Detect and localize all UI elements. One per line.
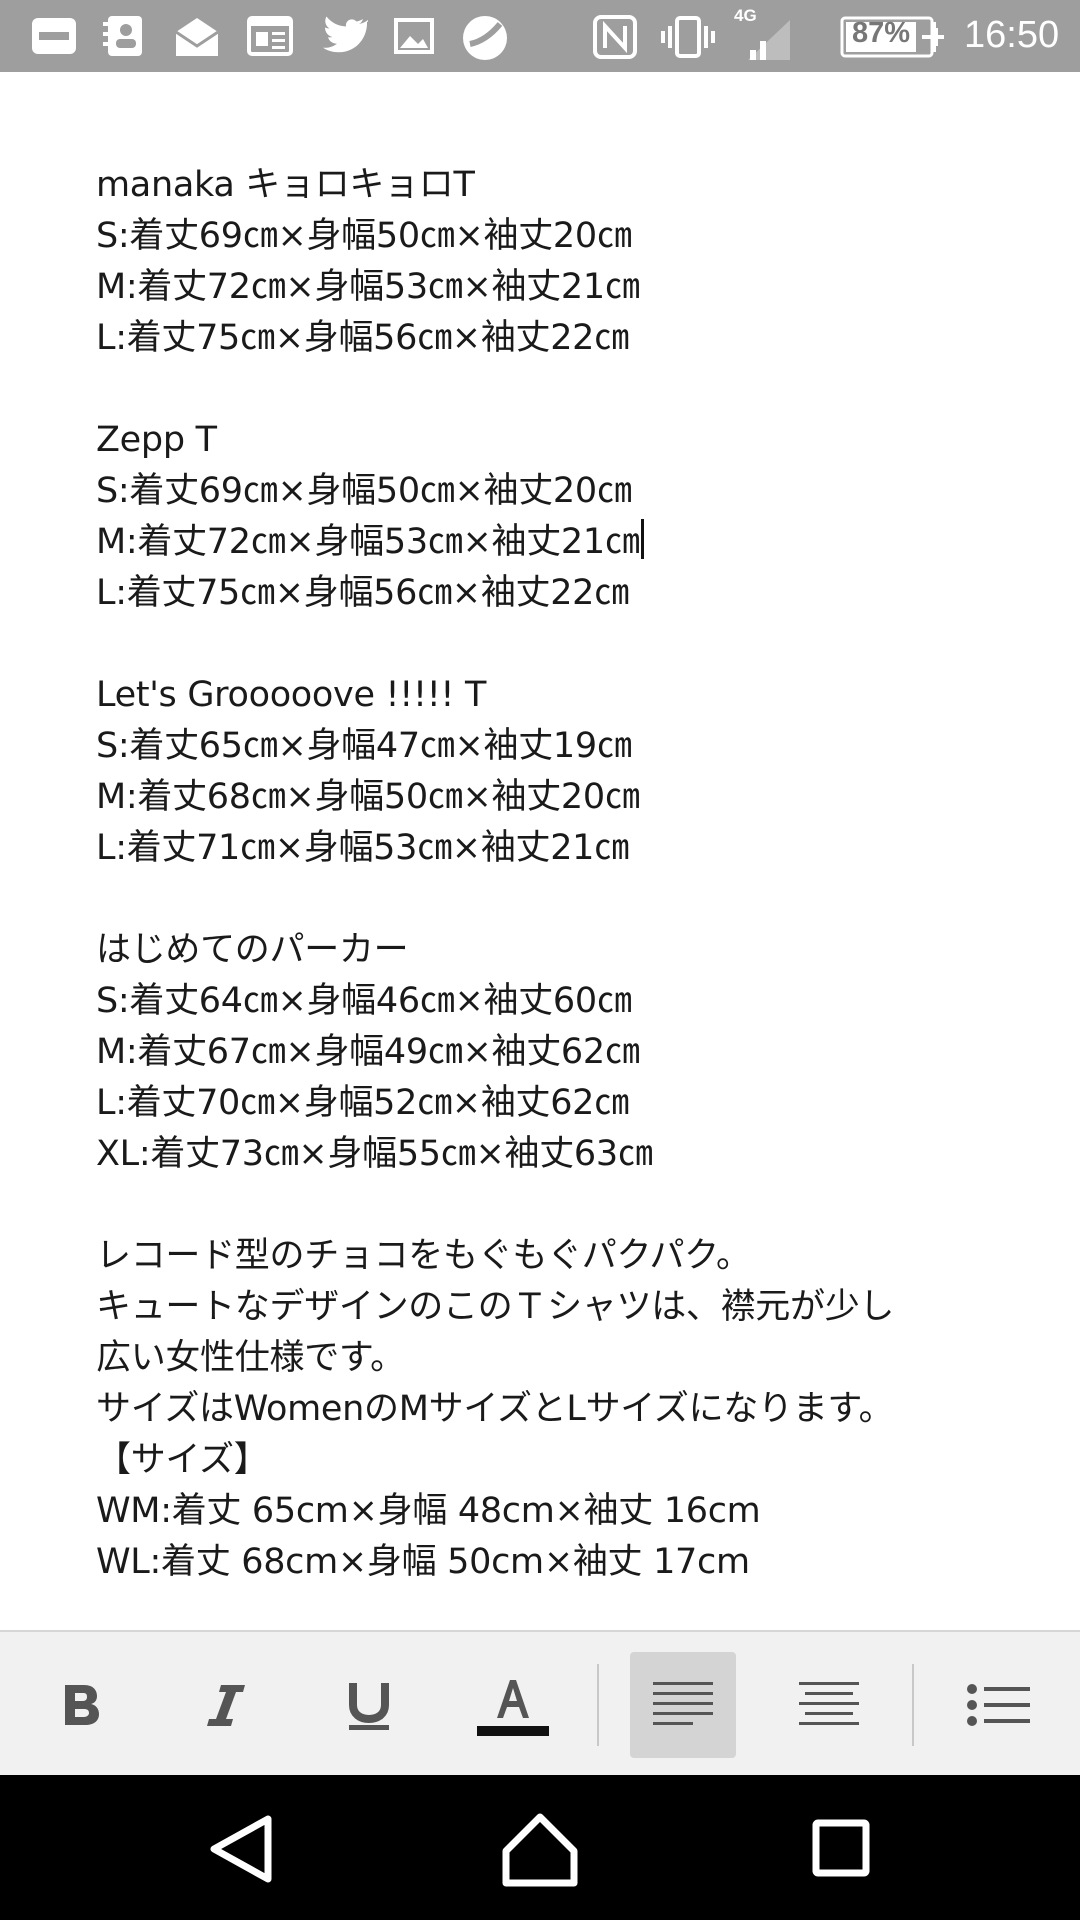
text-line: M:着丈72㎝×身幅53㎝×袖丈21㎝ (96, 267, 640, 307)
text-line: WL:着丈 68cm×身幅 50cm×袖丈 17cm (96, 1542, 750, 1582)
newspaper-app-icon (32, 18, 76, 54)
back-icon[interactable] (200, 1811, 284, 1887)
text-line: L:着丈71㎝×身幅53㎝×袖丈21㎝ (96, 828, 629, 868)
align-left-button[interactable] (630, 1652, 736, 1758)
text-line: M:着丈72㎝×身幅53㎝×袖丈21㎝ (96, 517, 996, 568)
align-left-icon (653, 1682, 713, 1725)
nfc-icon (593, 15, 637, 59)
status-bar: 4G 87% 16:50 (0, 0, 1080, 72)
text-line: S:着丈69㎝×身幅50㎝×袖丈20㎝ (96, 471, 632, 511)
text-color-icon (477, 1680, 549, 1736)
text-line: L:着丈75㎝×身幅56㎝×袖丈22㎝ (96, 573, 629, 613)
navigation-bar (0, 1775, 1080, 1920)
text-line: XL:着丈73㎝×身幅55㎝×袖丈63㎝ (96, 1134, 653, 1174)
text-line: WM:着丈 65cm×身幅 48cm×袖丈 16cm (96, 1491, 761, 1531)
format-toolbar (0, 1630, 1080, 1777)
twitter-icon (323, 16, 368, 53)
gallery-icon (394, 18, 434, 54)
text-line: S:着丈69㎝×身幅50㎝×袖丈20㎝ (96, 216, 632, 256)
recents-icon[interactable] (800, 1811, 884, 1887)
text-line: S:着丈64㎝×身幅46㎝×袖丈60㎝ (96, 981, 632, 1021)
text-cursor (640, 519, 644, 559)
italic-icon (207, 1685, 245, 1726)
app-icon (463, 16, 507, 60)
text-color-button[interactable] (460, 1652, 566, 1758)
text-line: M:着丈67㎝×身幅49㎝×袖丈62㎝ (96, 1032, 640, 1072)
bold-button[interactable] (28, 1652, 134, 1758)
text-line: はじめてのパーカー (96, 930, 409, 970)
text-line: キュートなデザインのこのＴシャツは、襟元が少し (96, 1287, 895, 1327)
text-line: S:着丈65㎝×身幅47㎝×袖丈19㎝ (96, 726, 632, 766)
bulleted-list-button[interactable] (946, 1652, 1052, 1758)
align-center-icon (799, 1682, 859, 1725)
home-icon[interactable] (498, 1811, 582, 1887)
bulleted-list-icon (967, 1684, 1030, 1726)
battery-percent: 87% (852, 17, 911, 49)
vibrate-icon (661, 16, 715, 58)
underline-icon (349, 1683, 389, 1730)
text-line: Let's Grooooove !!!!! T (96, 675, 487, 715)
text-line: 広い女性仕様です。 (96, 1338, 405, 1378)
toolbar-divider (597, 1664, 599, 1746)
clock: 16:50 (964, 14, 1060, 56)
italic-button[interactable] (172, 1652, 278, 1758)
bold-icon (65, 1685, 99, 1725)
underline-button[interactable] (316, 1652, 422, 1758)
text-line: サイズはWomenのMサイズとLサイズになります。 (96, 1389, 894, 1429)
text-line: レコード型のチョコをもぐもぐパクパク。 (96, 1236, 751, 1276)
document-editor[interactable]: manaka キョロキョロT S:着丈69㎝×身幅50㎝×袖丈20㎝ M:着丈72㎝… (96, 160, 996, 1588)
text-line: M:着丈68㎝×身幅50㎝×袖丈20㎝ (96, 777, 640, 817)
mail-icon (175, 18, 219, 56)
text-line: Zepp T (96, 420, 217, 460)
align-center-button[interactable] (776, 1652, 882, 1758)
text-line: 【サイズ】 (96, 1440, 269, 1480)
text-line: L:着丈75㎝×身幅56㎝×袖丈22㎝ (96, 318, 629, 358)
news-icon (247, 16, 293, 56)
toolbar-divider (912, 1664, 914, 1746)
signal-icon (748, 20, 790, 60)
text-line: manaka キョロキョロT (96, 165, 475, 205)
text-line: L:着丈70㎝×身幅52㎝×袖丈62㎝ (96, 1083, 629, 1123)
contacts-icon (103, 16, 142, 56)
